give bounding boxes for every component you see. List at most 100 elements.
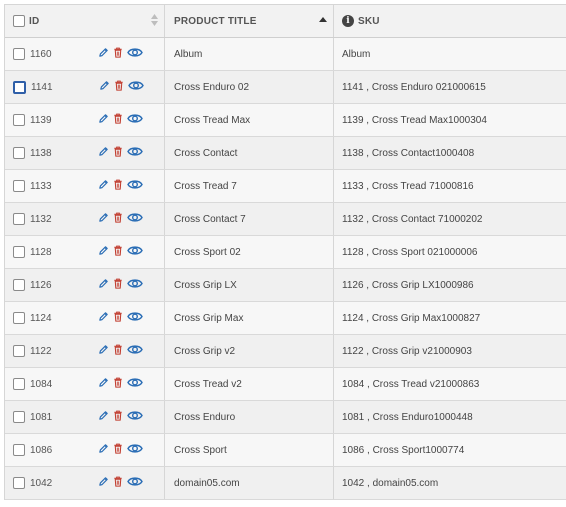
row-title: Album xyxy=(174,48,203,60)
row-checkbox[interactable] xyxy=(13,180,25,192)
sku-cell: 1128 , Cross Sport 021000006 xyxy=(334,236,566,268)
edit-icon[interactable] xyxy=(98,278,109,292)
table-row[interactable]: 1126 Cross Grip LX 1126 , Cross Grip LX100… xyxy=(5,269,566,302)
header-id[interactable]: ID xyxy=(5,5,165,37)
header-sku[interactable]: i SKU xyxy=(334,5,566,37)
row-checkbox[interactable] xyxy=(13,80,26,94)
view-icon[interactable] xyxy=(127,443,143,457)
row-actions xyxy=(98,113,147,127)
edit-icon[interactable] xyxy=(98,245,109,259)
table-row[interactable]: 1124 Cross Grip Max 1124 , Cross Grip Max1… xyxy=(5,302,566,335)
delete-icon[interactable] xyxy=(113,179,123,193)
row-checkbox[interactable] xyxy=(13,345,25,357)
row-checkbox[interactable] xyxy=(13,444,25,456)
view-icon[interactable] xyxy=(127,344,143,358)
delete-icon[interactable] xyxy=(113,377,123,391)
row-checkbox[interactable] xyxy=(13,246,25,258)
edit-icon[interactable] xyxy=(98,311,109,325)
view-icon[interactable] xyxy=(127,410,143,424)
header-sku-label: SKU xyxy=(358,15,380,27)
edit-icon[interactable] xyxy=(98,146,109,160)
row-checkbox[interactable] xyxy=(13,48,25,60)
sku-cell: 1132 , Cross Contact 71000202 xyxy=(334,203,566,235)
view-icon[interactable] xyxy=(127,476,143,490)
sort-asc-icon[interactable] xyxy=(319,14,327,29)
table-row[interactable]: 1084 Cross Tread v2 1084 , Cross Tread v21… xyxy=(5,368,566,401)
table-row[interactable]: 1138 Cross Contact 1138 , Cross Contact100… xyxy=(5,137,566,170)
delete-icon[interactable] xyxy=(113,311,123,325)
delete-icon[interactable] xyxy=(113,146,123,160)
row-sku: Album xyxy=(342,48,371,60)
row-title: Cross Contact xyxy=(174,147,238,159)
title-cell: Cross Tread Max xyxy=(165,104,334,136)
row-actions xyxy=(98,344,147,358)
edit-icon[interactable] xyxy=(98,476,109,490)
view-icon[interactable] xyxy=(127,212,143,226)
delete-icon[interactable] xyxy=(113,410,123,424)
table-row[interactable]: 1081 Cross Enduro 1081 , Cross Enduro10004… xyxy=(5,401,566,434)
row-actions xyxy=(98,212,147,226)
row-checkbox[interactable] xyxy=(13,213,25,225)
row-id: 1141 xyxy=(31,81,53,93)
table-row[interactable]: 1128 Cross Sport 02 1128 , Cross Sport 021… xyxy=(5,236,566,269)
header-product-title[interactable]: PRODUCT TITLE xyxy=(165,5,334,37)
row-checkbox[interactable] xyxy=(13,312,25,324)
id-cell: 1160 xyxy=(5,38,165,70)
select-all-checkbox[interactable] xyxy=(13,15,25,27)
row-checkbox[interactable] xyxy=(13,378,25,390)
delete-icon[interactable] xyxy=(113,245,123,259)
edit-icon[interactable] xyxy=(98,47,109,61)
view-icon[interactable] xyxy=(127,377,143,391)
id-cell: 1128 xyxy=(5,236,165,268)
row-checkbox[interactable] xyxy=(13,477,25,489)
edit-icon[interactable] xyxy=(98,344,109,358)
edit-icon[interactable] xyxy=(98,113,109,127)
delete-icon[interactable] xyxy=(113,47,123,61)
sku-cell: Album xyxy=(334,38,566,70)
view-icon[interactable] xyxy=(127,311,143,325)
sku-cell: 1126 , Cross Grip LX1000986 xyxy=(334,269,566,301)
grid-body: 1160 Album Album 1141 Cross Enduro 02 1141 , … xyxy=(5,38,566,500)
delete-icon[interactable] xyxy=(113,212,123,226)
table-row[interactable]: 1042 domain05.com 1042 , domain05.com xyxy=(5,467,566,500)
table-row[interactable]: 1139 Cross Tread Max 1139 , Cross Tread Ma… xyxy=(5,104,566,137)
row-checkbox[interactable] xyxy=(13,411,25,423)
table-row[interactable]: 1122 Cross Grip v2 1122 , Cross Grip v2100… xyxy=(5,335,566,368)
table-row[interactable]: 1160 Album Album xyxy=(5,38,566,71)
delete-icon[interactable] xyxy=(113,278,123,292)
row-actions xyxy=(98,146,147,160)
table-row[interactable]: 1141 Cross Enduro 02 1141 , Cross Enduro 0… xyxy=(5,71,566,104)
view-icon[interactable] xyxy=(127,245,143,259)
edit-icon[interactable] xyxy=(98,410,109,424)
row-title: Cross Grip v2 xyxy=(174,345,236,357)
title-cell: Cross Sport xyxy=(165,434,334,466)
edit-icon[interactable] xyxy=(98,212,109,226)
view-icon[interactable] xyxy=(127,278,143,292)
row-checkbox[interactable] xyxy=(13,147,25,159)
delete-icon[interactable] xyxy=(113,344,123,358)
view-icon[interactable] xyxy=(127,146,143,160)
title-cell: Cross Contact 7 xyxy=(165,203,334,235)
delete-icon[interactable] xyxy=(113,443,123,457)
edit-icon[interactable] xyxy=(98,377,109,391)
edit-icon[interactable] xyxy=(98,443,109,457)
delete-icon[interactable] xyxy=(113,476,123,490)
view-icon[interactable] xyxy=(127,113,143,127)
table-row[interactable]: 1086 Cross Sport 1086 , Cross Sport1000774 xyxy=(5,434,566,467)
row-checkbox[interactable] xyxy=(13,114,25,126)
edit-icon[interactable] xyxy=(99,80,110,94)
edit-icon[interactable] xyxy=(98,179,109,193)
table-row[interactable]: 1132 Cross Contact 7 1132 , Cross Contact … xyxy=(5,203,566,236)
sort-icon[interactable] xyxy=(151,14,158,29)
delete-icon[interactable] xyxy=(113,113,123,127)
view-icon[interactable] xyxy=(128,80,144,94)
row-actions xyxy=(98,179,147,193)
view-icon[interactable] xyxy=(127,179,143,193)
delete-icon[interactable] xyxy=(114,80,124,94)
table-row[interactable]: 1133 Cross Tread 7 1133 , Cross Tread 7100… xyxy=(5,170,566,203)
row-checkbox[interactable] xyxy=(13,279,25,291)
row-id: 1122 xyxy=(30,345,52,357)
view-icon[interactable] xyxy=(127,47,143,61)
info-icon[interactable]: i xyxy=(342,15,354,27)
title-cell: Cross Enduro 02 xyxy=(165,71,334,103)
